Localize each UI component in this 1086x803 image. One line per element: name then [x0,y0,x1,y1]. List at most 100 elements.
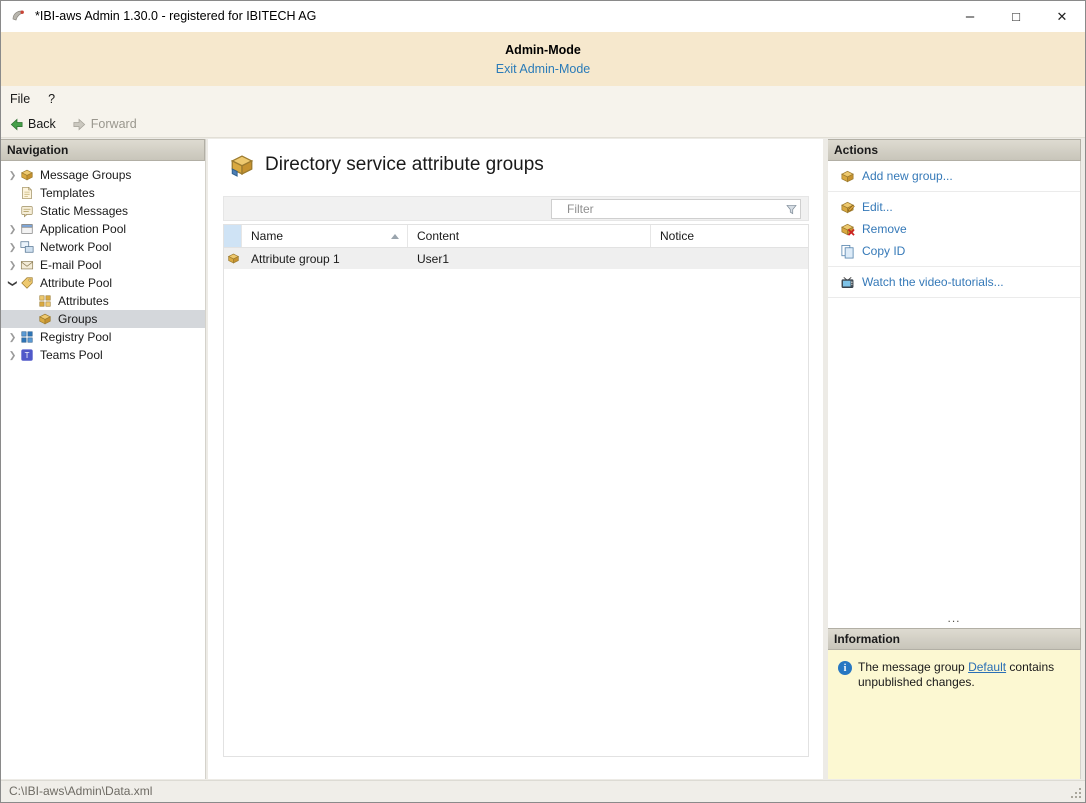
attribute-pool-icon [19,275,35,291]
copy-id-icon [839,243,855,259]
column-header-content[interactable]: Content [408,225,651,247]
action-label: Copy ID [862,244,905,258]
remove-group-icon [839,221,855,237]
menu-bar: File ? [1,86,1085,111]
cell-name: Attribute group 1 [242,248,408,269]
action-label: Remove [862,222,907,236]
chevron-right-icon[interactable]: ❯ [6,170,19,181]
sidebar-item-templates[interactable]: ❯ Templates [1,184,205,202]
email-pool-icon [19,257,35,273]
sidebar-item-static-messages[interactable]: ❯ Static Messages [1,202,205,220]
cell-content: User1 [408,248,651,269]
page-heading: Directory service attribute groups [229,152,544,178]
information-message: The message group Default contains unpub… [858,660,1068,690]
navigation-header: Navigation [1,139,205,161]
forward-label: Forward [91,117,137,131]
action-label: Watch the video-tutorials... [862,275,1004,289]
filter-input[interactable]: Filter [551,199,801,219]
close-button[interactable]: ✕ [1039,1,1085,32]
teams-pool-icon: T [19,347,35,363]
chevron-right-icon[interactable]: ❯ [6,260,19,271]
status-bar: C:\IBI-aws\Admin\Data.xml [1,780,1085,802]
action-label: Edit... [862,200,893,214]
action-group: Add new group... [828,161,1080,192]
exit-admin-mode-link[interactable]: Exit Admin-Mode [496,62,590,76]
resize-grip-icon[interactable] [1070,787,1082,799]
admin-mode-banner: Admin-Mode Exit Admin-Mode [1,32,1085,86]
maximize-button[interactable]: □ [993,1,1039,32]
sidebar-item-label: Network Pool [40,240,111,254]
sidebar-item-label: Attribute Pool [40,276,112,290]
chevron-right-icon[interactable]: ❯ [6,332,19,343]
sidebar-item-message-groups[interactable]: ❯ Message Groups [1,166,205,184]
info-text-before: The message group [858,660,968,674]
sidebar-item-label: Application Pool [40,222,126,236]
forward-arrow-icon [72,117,87,132]
sidebar-item-attributes[interactable]: ❯ Attributes [1,292,205,310]
video-tutorials-action[interactable]: Watch the video-tutorials... [828,271,1080,293]
chevron-right-icon[interactable]: ❯ [6,242,19,253]
action-group: Edit... Remove Copy ID [828,192,1080,267]
sidebar-item-email-pool[interactable]: ❯ E-mail Pool [1,256,205,274]
action-label: Add new group... [862,169,953,183]
window-title: *IBI-aws Admin 1.30.0 - registered for I… [35,9,316,23]
copy-id-action[interactable]: Copy ID [828,240,1080,262]
information-panel: i The message group Default contains unp… [828,650,1081,779]
table-header-row: Name Content Notice [224,225,808,248]
attribute-groups-icon [229,152,255,178]
column-label: Name [251,229,283,243]
remove-action[interactable]: Remove [828,218,1080,240]
actions-overflow-indicator[interactable]: ... [828,611,1080,625]
navigation-panel: Navigation ❯ Message Groups ❯ Templates … [1,139,206,779]
chevron-right-icon[interactable]: ❯ [6,224,19,235]
filter-bar: Filter [223,196,809,221]
sidebar-item-label: Templates [40,186,95,200]
minimize-button[interactable]: – [947,1,993,32]
actions-header: Actions [828,139,1081,161]
sidebar-item-label: Message Groups [40,168,131,182]
network-pool-icon [19,239,35,255]
column-label: Notice [660,229,694,243]
default-group-link[interactable]: Default [968,660,1006,674]
filter-placeholder: Filter [552,202,782,216]
row-selector-header[interactable] [224,225,242,247]
filter-funnel-icon[interactable] [782,200,800,218]
title-bar: *IBI-aws Admin 1.30.0 - registered for I… [1,1,1085,32]
toolbar: Back Forward [1,111,1085,138]
navigation-tree: ❯ Message Groups ❯ Templates ❯ Static Me… [1,161,205,364]
column-header-notice[interactable]: Notice [651,225,808,247]
attributes-icon [37,293,53,309]
menu-help[interactable]: ? [39,86,64,111]
forward-button[interactable]: Forward [64,111,145,138]
sidebar-item-groups[interactable]: ❯ Groups [1,310,205,328]
sidebar-item-network-pool[interactable]: ❯ Network Pool [1,238,205,256]
chevron-down-icon[interactable]: ❯ [7,277,18,290]
sidebar-item-attribute-pool[interactable]: ❯ Attribute Pool [1,274,205,292]
video-tutorials-icon [839,274,855,290]
ibi-aws-admin-window: { "window": { "title": "*IBI-aws Admin 1… [0,0,1086,803]
main-content: Directory service attribute groups Filte… [208,139,823,779]
table-row[interactable]: Attribute group 1 User1 [224,248,808,269]
attribute-groups-table: Name Content Notice Attribute group 1 Us… [223,224,809,757]
groups-icon [37,311,53,327]
chevron-right-icon[interactable]: ❯ [6,350,19,361]
add-new-group-action[interactable]: Add new group... [828,165,1080,187]
add-group-icon [839,168,855,184]
cell-notice [651,248,808,269]
back-button[interactable]: Back [1,111,64,138]
info-icon: i [838,661,852,675]
admin-mode-title: Admin-Mode [1,32,1085,57]
application-pool-icon [19,221,35,237]
svg-text:T: T [25,351,30,360]
sidebar-item-application-pool[interactable]: ❯ Application Pool [1,220,205,238]
registry-pool-icon [19,329,35,345]
menu-file[interactable]: File [1,86,39,111]
back-label: Back [28,117,56,131]
status-path: C:\IBI-aws\Admin\Data.xml [9,784,152,798]
app-icon [10,8,26,24]
column-header-name[interactable]: Name [242,225,408,247]
sidebar-item-teams-pool[interactable]: ❯ T Teams Pool [1,346,205,364]
edit-action[interactable]: Edit... [828,196,1080,218]
sidebar-item-registry-pool[interactable]: ❯ Registry Pool [1,328,205,346]
page-title: Directory service attribute groups [265,154,544,176]
